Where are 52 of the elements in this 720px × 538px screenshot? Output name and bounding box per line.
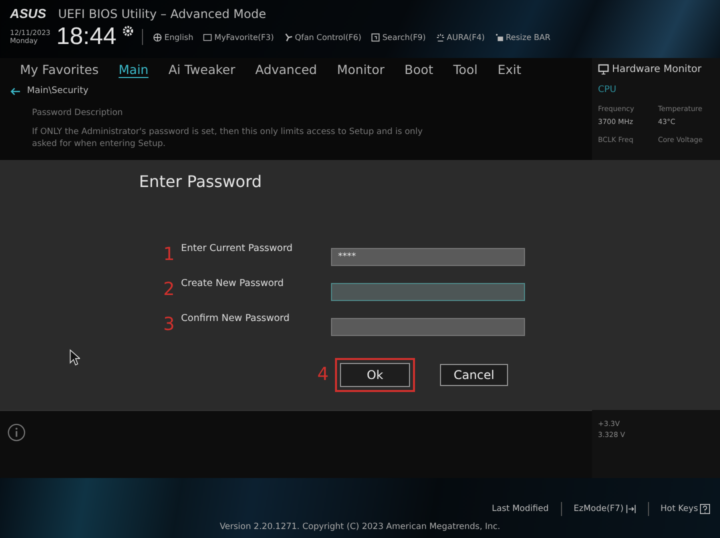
menu-tab[interactable]: My Favorites — [20, 62, 107, 76]
password-field[interactable] — [331, 282, 525, 300]
menu-tab[interactable]: Boot — [404, 62, 442, 76]
password-field[interactable]: **** — [331, 248, 525, 266]
toolbar-button[interactable]: Search(F9) — [369, 32, 428, 42]
monitor-icon — [598, 64, 609, 75]
help-icon — [700, 504, 710, 514]
footer-button[interactable]: Last Modified — [488, 504, 553, 514]
window-title: UEFI BIOS Utility – Advanced Mode — [58, 6, 266, 20]
panel-title: Hardware Monitor — [612, 64, 702, 75]
description-text: If ONLY the Administrator's password is set, then this only limits access to Setup and is only asked for when entering Setup. — [32, 126, 424, 151]
brand-logo: ASUS — [10, 6, 46, 21]
section-label: CPU — [598, 85, 618, 95]
dialog-button[interactable]: Ok — [335, 358, 415, 392]
footer-button[interactable]: Hot Keys — [656, 504, 714, 514]
dialog-button[interactable]: Cancel — [440, 364, 508, 386]
back-arrow-icon[interactable] — [10, 86, 21, 96]
menu-tab[interactable]: Tool — [453, 62, 486, 76]
toolbar-button[interactable]: AURA(F4) — [434, 32, 487, 42]
password-field[interactable] — [331, 318, 525, 336]
menu-tab[interactable]: Main — [118, 62, 156, 76]
dialog-title: Enter Password — [139, 172, 263, 191]
step-number: 2 — [162, 280, 176, 298]
version-text: Version 2.20.1271. Copyright (C) 2023 American Megatrends, Inc. — [220, 522, 500, 532]
chip-icon — [494, 32, 504, 42]
fan-icon — [284, 32, 293, 42]
breadcrumb: Main\Security — [27, 86, 88, 96]
light-icon — [436, 32, 445, 42]
mouse-cursor-icon — [69, 349, 80, 366]
field-label: Create New Password — [181, 278, 285, 289]
menu-tab[interactable]: Advanced — [255, 62, 325, 76]
description-title: Password Description — [32, 108, 124, 118]
globe-icon — [153, 32, 162, 42]
step-number: 3 — [162, 316, 176, 334]
toolbar-button[interactable]: MyFavorite(F3) — [201, 32, 276, 42]
menu-tab[interactable]: Monitor — [336, 62, 393, 76]
menu-tab[interactable]: Ai Tweaker — [168, 62, 244, 76]
toolbar-button[interactable]: English — [151, 32, 196, 42]
exit-icon — [626, 504, 636, 514]
menu-tab[interactable]: Exit — [498, 62, 530, 76]
clock-time: 18:44 — [56, 25, 116, 49]
toolbar-button[interactable]: Qfan Control(F6) — [282, 32, 364, 42]
footer-button[interactable]: EzMode(F7) — [570, 504, 640, 514]
screen-icon — [203, 32, 212, 42]
toolbar-button[interactable]: Resize BAR — [492, 32, 552, 42]
settings-icon[interactable] — [122, 25, 134, 37]
step-number: 1 — [162, 246, 176, 264]
field-label: Enter Current Password — [181, 243, 294, 254]
info-icon[interactable] — [7, 423, 26, 442]
step-number: 4 — [316, 366, 330, 384]
search-icon — [371, 32, 380, 42]
field-label: Confirm New Password — [181, 313, 291, 324]
